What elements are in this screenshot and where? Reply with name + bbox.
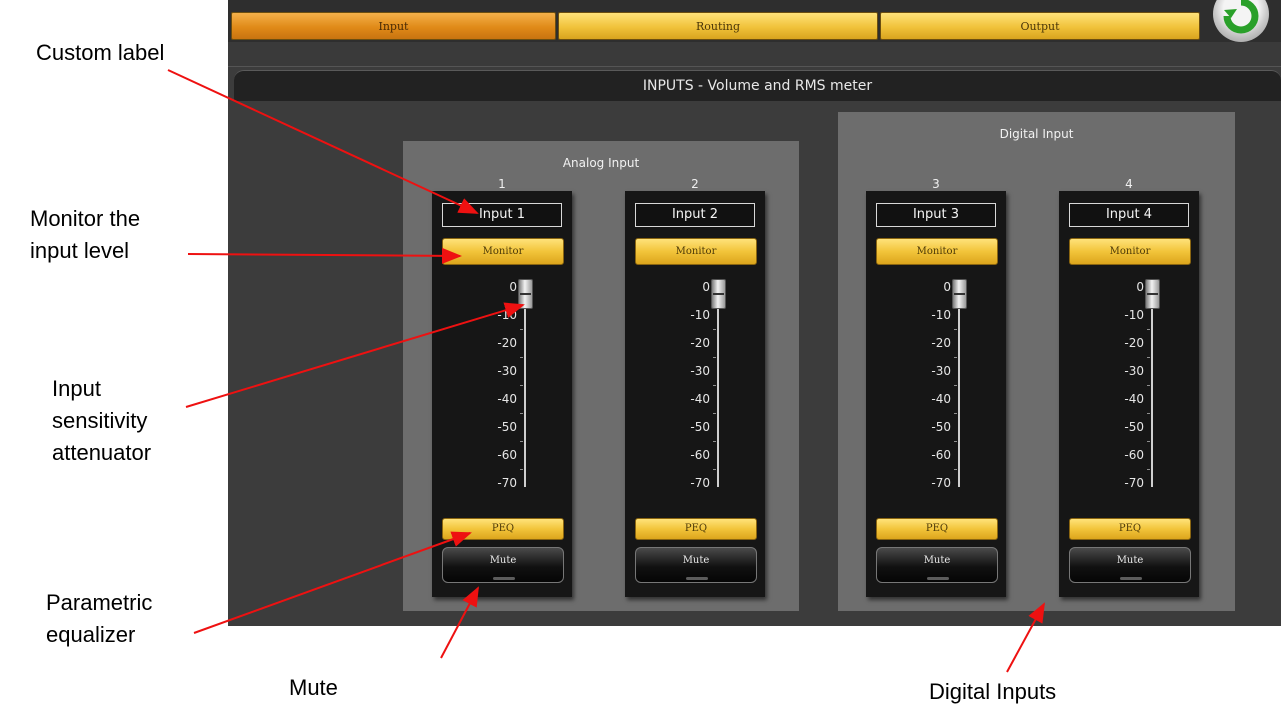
arrow-mute <box>440 586 479 659</box>
arrow-digital <box>1006 602 1045 673</box>
arrow-peq <box>193 531 472 634</box>
annotation-arrows <box>167 69 1045 673</box>
arrow-monitor <box>187 247 462 264</box>
arrow-attenuator <box>185 302 525 408</box>
arrow-custom-label <box>167 69 479 214</box>
